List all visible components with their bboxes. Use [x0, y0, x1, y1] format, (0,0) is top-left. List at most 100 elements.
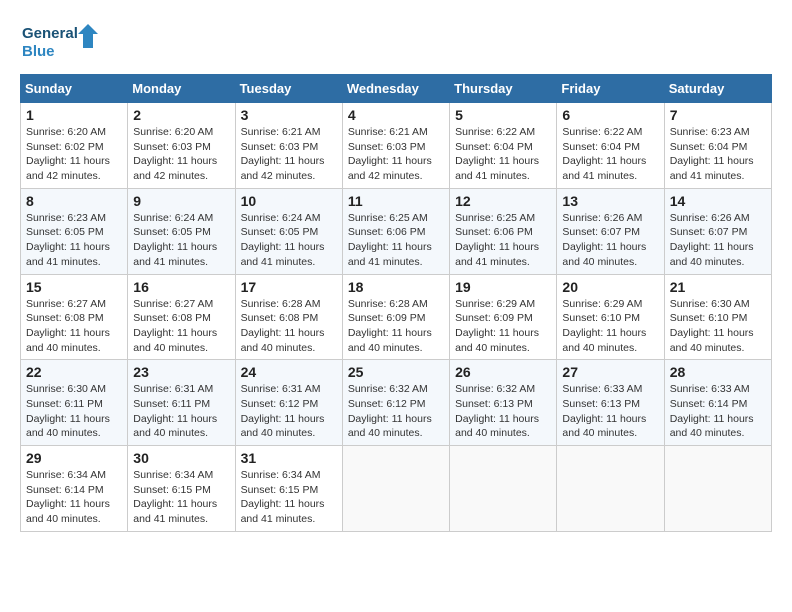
- calendar-cell: 17 Sunrise: 6:28 AM Sunset: 6:08 PM Dayli…: [235, 274, 342, 360]
- calendar-cell: 13 Sunrise: 6:26 AM Sunset: 6:07 PM Dayli…: [557, 188, 664, 274]
- day-number: 21: [670, 279, 766, 295]
- day-info: Sunrise: 6:26 AM Sunset: 6:07 PM Dayligh…: [670, 211, 766, 270]
- day-number: 15: [26, 279, 122, 295]
- day-info: Sunrise: 6:24 AM Sunset: 6:05 PM Dayligh…: [241, 211, 337, 270]
- day-info: Sunrise: 6:32 AM Sunset: 6:13 PM Dayligh…: [455, 382, 551, 441]
- calendar-cell: 25 Sunrise: 6:32 AM Sunset: 6:12 PM Dayli…: [342, 360, 449, 446]
- day-info: Sunrise: 6:31 AM Sunset: 6:11 PM Dayligh…: [133, 382, 229, 441]
- calendar-cell: 22Sunrise: 6:30 AM Sunset: 6:11 PM Dayli…: [21, 360, 128, 446]
- day-info: Sunrise: 6:29 AM Sunset: 6:09 PM Dayligh…: [455, 297, 551, 356]
- day-number: 13: [562, 193, 658, 209]
- header-wednesday: Wednesday: [342, 75, 449, 103]
- day-number: 31: [241, 450, 337, 466]
- calendar-week-2: 8 Sunrise: 6:23 AM Sunset: 6:05 PM Daylig…: [21, 188, 772, 274]
- day-number: 29: [26, 450, 122, 466]
- day-number: 30: [133, 450, 229, 466]
- calendar-cell: [342, 446, 449, 532]
- calendar-cell: 16 Sunrise: 6:27 AM Sunset: 6:08 PM Dayli…: [128, 274, 235, 360]
- day-number: 24: [241, 364, 337, 380]
- logo-svg: General Blue: [20, 20, 100, 64]
- calendar-cell: 23 Sunrise: 6:31 AM Sunset: 6:11 PM Dayli…: [128, 360, 235, 446]
- calendar-cell: 5 Sunrise: 6:22 AM Sunset: 6:04 PM Daylig…: [450, 103, 557, 189]
- calendar-week-5: 29 Sunrise: 6:34 AM Sunset: 6:14 PM Dayli…: [21, 446, 772, 532]
- calendar-cell: 21 Sunrise: 6:30 AM Sunset: 6:10 PM Dayli…: [664, 274, 771, 360]
- day-info: Sunrise: 6:30 AM Sunset: 6:10 PM Dayligh…: [670, 297, 766, 356]
- calendar-cell: [450, 446, 557, 532]
- calendar-cell: 12Sunrise: 6:25 AM Sunset: 6:06 PM Dayli…: [450, 188, 557, 274]
- logo: General Blue: [20, 20, 100, 64]
- header-friday: Friday: [557, 75, 664, 103]
- day-number: 20: [562, 279, 658, 295]
- day-info: Sunrise: 6:27 AM Sunset: 6:08 PM Dayligh…: [26, 297, 122, 356]
- calendar-header-row: SundayMondayTuesdayWednesdayThursdayFrid…: [21, 75, 772, 103]
- day-number: 23: [133, 364, 229, 380]
- day-info: Sunrise: 6:30 AM Sunset: 6:11 PM Dayligh…: [26, 382, 122, 441]
- calendar-cell: 14 Sunrise: 6:26 AM Sunset: 6:07 PM Dayli…: [664, 188, 771, 274]
- day-number: 16: [133, 279, 229, 295]
- svg-text:General: General: [22, 25, 78, 42]
- calendar-week-3: 15 Sunrise: 6:27 AM Sunset: 6:08 PM Dayli…: [21, 274, 772, 360]
- day-info: Sunrise: 6:21 AM Sunset: 6:03 PM Dayligh…: [241, 125, 337, 184]
- day-info: Sunrise: 6:32 AM Sunset: 6:12 PM Dayligh…: [348, 382, 444, 441]
- day-info: Sunrise: 6:23 AM Sunset: 6:05 PM Dayligh…: [26, 211, 122, 270]
- calendar-cell: 27 Sunrise: 6:33 AM Sunset: 6:13 PM Dayli…: [557, 360, 664, 446]
- day-info: Sunrise: 6:34 AM Sunset: 6:14 PM Dayligh…: [26, 468, 122, 527]
- header-saturday: Saturday: [664, 75, 771, 103]
- day-info: Sunrise: 6:31 AM Sunset: 6:12 PM Dayligh…: [241, 382, 337, 441]
- calendar-cell: 31Sunrise: 6:34 AM Sunset: 6:15 PM Dayli…: [235, 446, 342, 532]
- day-info: Sunrise: 6:26 AM Sunset: 6:07 PM Dayligh…: [562, 211, 658, 270]
- day-number: 1: [26, 107, 122, 123]
- page-header: General Blue: [20, 20, 772, 64]
- day-info: Sunrise: 6:21 AM Sunset: 6:03 PM Dayligh…: [348, 125, 444, 184]
- day-info: Sunrise: 6:25 AM Sunset: 6:06 PM Dayligh…: [348, 211, 444, 270]
- day-info: Sunrise: 6:28 AM Sunset: 6:09 PM Dayligh…: [348, 297, 444, 356]
- day-number: 14: [670, 193, 766, 209]
- calendar-cell: 24 Sunrise: 6:31 AM Sunset: 6:12 PM Dayli…: [235, 360, 342, 446]
- day-info: Sunrise: 6:23 AM Sunset: 6:04 PM Dayligh…: [670, 125, 766, 184]
- calendar-cell: 3 Sunrise: 6:21 AM Sunset: 6:03 PM Daylig…: [235, 103, 342, 189]
- day-number: 2: [133, 107, 229, 123]
- calendar-cell: 28Sunrise: 6:33 AM Sunset: 6:14 PM Dayli…: [664, 360, 771, 446]
- calendar-cell: [557, 446, 664, 532]
- day-info: Sunrise: 6:22 AM Sunset: 6:04 PM Dayligh…: [455, 125, 551, 184]
- day-number: 7: [670, 107, 766, 123]
- day-number: 3: [241, 107, 337, 123]
- day-number: 10: [241, 193, 337, 209]
- calendar-cell: 15 Sunrise: 6:27 AM Sunset: 6:08 PM Dayli…: [21, 274, 128, 360]
- day-number: 25: [348, 364, 444, 380]
- day-info: Sunrise: 6:22 AM Sunset: 6:04 PM Dayligh…: [562, 125, 658, 184]
- day-number: 18: [348, 279, 444, 295]
- calendar-cell: 30 Sunrise: 6:34 AM Sunset: 6:15 PM Dayli…: [128, 446, 235, 532]
- day-info: Sunrise: 6:28 AM Sunset: 6:08 PM Dayligh…: [241, 297, 337, 356]
- day-info: Sunrise: 6:24 AM Sunset: 6:05 PM Dayligh…: [133, 211, 229, 270]
- day-number: 26: [455, 364, 551, 380]
- day-number: 8: [26, 193, 122, 209]
- svg-text:Blue: Blue: [22, 43, 55, 60]
- day-info: Sunrise: 6:33 AM Sunset: 6:13 PM Dayligh…: [562, 382, 658, 441]
- header-monday: Monday: [128, 75, 235, 103]
- day-number: 12: [455, 193, 551, 209]
- calendar-cell: 4 Sunrise: 6:21 AM Sunset: 6:03 PM Daylig…: [342, 103, 449, 189]
- day-info: Sunrise: 6:27 AM Sunset: 6:08 PM Dayligh…: [133, 297, 229, 356]
- calendar-cell: 19 Sunrise: 6:29 AM Sunset: 6:09 PM Dayli…: [450, 274, 557, 360]
- calendar-cell: 20Sunrise: 6:29 AM Sunset: 6:10 PM Dayli…: [557, 274, 664, 360]
- calendar-cell: [664, 446, 771, 532]
- day-info: Sunrise: 6:34 AM Sunset: 6:15 PM Dayligh…: [133, 468, 229, 527]
- calendar-cell: 1Sunrise: 6:20 AM Sunset: 6:02 PM Daylig…: [21, 103, 128, 189]
- day-number: 9: [133, 193, 229, 209]
- calendar-table: SundayMondayTuesdayWednesdayThursdayFrid…: [20, 74, 772, 532]
- calendar-cell: 2 Sunrise: 6:20 AM Sunset: 6:03 PM Daylig…: [128, 103, 235, 189]
- calendar-cell: 11 Sunrise: 6:25 AM Sunset: 6:06 PM Dayli…: [342, 188, 449, 274]
- day-number: 11: [348, 193, 444, 209]
- calendar-cell: 10 Sunrise: 6:24 AM Sunset: 6:05 PM Dayli…: [235, 188, 342, 274]
- day-number: 27: [562, 364, 658, 380]
- calendar-cell: 9 Sunrise: 6:24 AM Sunset: 6:05 PM Daylig…: [128, 188, 235, 274]
- calendar-cell: 7 Sunrise: 6:23 AM Sunset: 6:04 PM Daylig…: [664, 103, 771, 189]
- day-info: Sunrise: 6:20 AM Sunset: 6:03 PM Dayligh…: [133, 125, 229, 184]
- day-number: 19: [455, 279, 551, 295]
- day-number: 5: [455, 107, 551, 123]
- day-number: 17: [241, 279, 337, 295]
- calendar-cell: 26 Sunrise: 6:32 AM Sunset: 6:13 PM Dayli…: [450, 360, 557, 446]
- calendar-week-1: 1Sunrise: 6:20 AM Sunset: 6:02 PM Daylig…: [21, 103, 772, 189]
- day-number: 4: [348, 107, 444, 123]
